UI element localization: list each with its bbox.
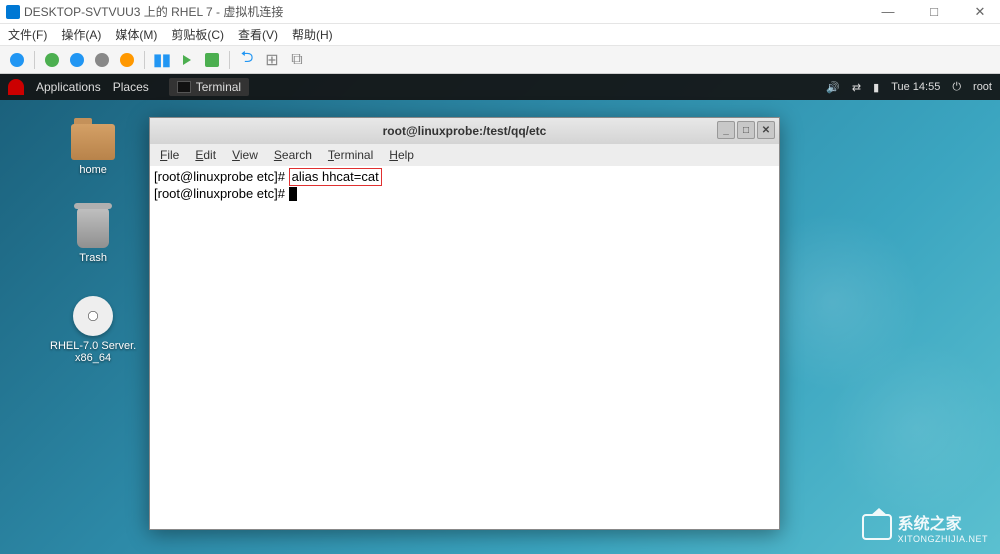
term-menu-edit[interactable]: Edit bbox=[195, 148, 216, 162]
vm-icon bbox=[6, 5, 20, 19]
user-label[interactable]: root bbox=[973, 81, 992, 93]
share-button[interactable]: ⧉ bbox=[286, 49, 308, 71]
volume-icon[interactable]: 🔊 bbox=[826, 81, 840, 94]
menu-help[interactable]: 帮助(H) bbox=[292, 26, 333, 43]
vm-title: DESKTOP-SVTVUU3 上的 RHEL 7 - 虚拟机连接 bbox=[24, 3, 283, 20]
term-menu-help[interactable]: Help bbox=[389, 148, 414, 162]
clock[interactable]: Tue 14:55 bbox=[891, 81, 940, 93]
ctrl-alt-del-button[interactable] bbox=[6, 49, 28, 71]
term-maximize-button[interactable]: □ bbox=[737, 121, 755, 139]
guest-desktop: Applications Places Terminal 🔊 ⇄ ▮ Tue 1… bbox=[0, 74, 1000, 554]
menu-action[interactable]: 操作(A) bbox=[61, 26, 101, 43]
watermark-logo-icon bbox=[862, 514, 892, 540]
battery-icon[interactable]: ▮ bbox=[873, 81, 879, 94]
menu-view[interactable]: 查看(V) bbox=[238, 26, 278, 43]
watermark: 系统之家 XITONGZHIJIA.NET bbox=[862, 510, 988, 544]
shutdown-button[interactable] bbox=[91, 49, 113, 71]
menu-file[interactable]: 文件(F) bbox=[8, 26, 47, 43]
disc-icon bbox=[73, 296, 113, 336]
vm-toolbar: ▮▮ ⮌ ⊞ ⧉ bbox=[0, 46, 1000, 74]
term-menu-view[interactable]: View bbox=[232, 148, 258, 162]
maximize-button[interactable]: □ bbox=[920, 4, 948, 20]
save-button[interactable] bbox=[116, 49, 138, 71]
term-close-button[interactable]: ✕ bbox=[757, 121, 775, 139]
turnoff-button[interactable] bbox=[66, 49, 88, 71]
watermark-text-en: XITONGZHIJIA.NET bbox=[898, 534, 988, 544]
terminal-window: root@linuxprobe:/test/qq/etc _ □ ✕ File … bbox=[149, 117, 780, 530]
menu-clipboard[interactable]: 剪贴板(C) bbox=[171, 26, 224, 43]
terminal-titlebar[interactable]: root@linuxprobe:/test/qq/etc _ □ ✕ bbox=[150, 118, 779, 144]
terminal-menubar: File Edit View Search Terminal Help bbox=[150, 144, 779, 166]
disc-label: RHEL-7.0 Server. x86_64 bbox=[50, 340, 136, 364]
start-button[interactable] bbox=[41, 49, 63, 71]
applications-menu[interactable]: Applications bbox=[36, 80, 101, 94]
terminal-body[interactable]: [root@linuxprobe etc]# alias hhcat=cat [… bbox=[150, 166, 779, 529]
cursor bbox=[289, 187, 297, 201]
terminal-line-2: [root@linuxprobe etc]# bbox=[154, 186, 775, 202]
enhanced-button[interactable]: ⊞ bbox=[261, 49, 283, 71]
vm-menubar: 文件(F) 操作(A) 媒体(M) 剪贴板(C) 查看(V) 帮助(H) bbox=[0, 24, 1000, 46]
checkpoint-button[interactable] bbox=[201, 49, 223, 71]
task-label: Terminal bbox=[196, 80, 241, 94]
term-minimize-button[interactable]: _ bbox=[717, 121, 735, 139]
terminal-line-1: [root@linuxprobe etc]# alias hhcat=cat bbox=[154, 168, 775, 186]
home-label: home bbox=[79, 164, 107, 176]
term-menu-file[interactable]: File bbox=[160, 148, 179, 162]
term-menu-search[interactable]: Search bbox=[274, 148, 312, 162]
term-menu-terminal[interactable]: Terminal bbox=[328, 148, 373, 162]
gnome-topbar: Applications Places Terminal 🔊 ⇄ ▮ Tue 1… bbox=[0, 74, 1000, 100]
redhat-icon bbox=[8, 79, 24, 95]
minimize-button[interactable]: — bbox=[874, 4, 902, 20]
desktop-trash[interactable]: Trash bbox=[77, 208, 109, 264]
taskbar-terminal[interactable]: Terminal bbox=[169, 78, 249, 96]
places-menu[interactable]: Places bbox=[113, 80, 149, 94]
close-button[interactable]: ✕ bbox=[966, 4, 994, 20]
watermark-text-cn: 系统之家 bbox=[898, 516, 962, 533]
reset-button[interactable] bbox=[176, 49, 198, 71]
power-icon[interactable]: ⏻ bbox=[952, 81, 961, 94]
desktop-home[interactable]: home bbox=[71, 124, 115, 176]
revert-button[interactable]: ⮌ bbox=[236, 49, 258, 71]
terminal-title: root@linuxprobe:/test/qq/etc bbox=[383, 124, 547, 138]
vm-titlebar: DESKTOP-SVTVUU3 上的 RHEL 7 - 虚拟机连接 — □ ✕ bbox=[0, 0, 1000, 24]
desktop-disc[interactable]: RHEL-7.0 Server. x86_64 bbox=[50, 296, 136, 364]
menu-media[interactable]: 媒体(M) bbox=[115, 26, 157, 43]
network-icon[interactable]: ⇄ bbox=[852, 81, 861, 94]
highlighted-command: alias hhcat=cat bbox=[289, 168, 382, 186]
pause-button[interactable]: ▮▮ bbox=[151, 49, 173, 71]
trash-label: Trash bbox=[79, 252, 107, 264]
folder-icon bbox=[71, 124, 115, 160]
terminal-icon bbox=[177, 81, 191, 93]
trash-icon bbox=[77, 208, 109, 248]
